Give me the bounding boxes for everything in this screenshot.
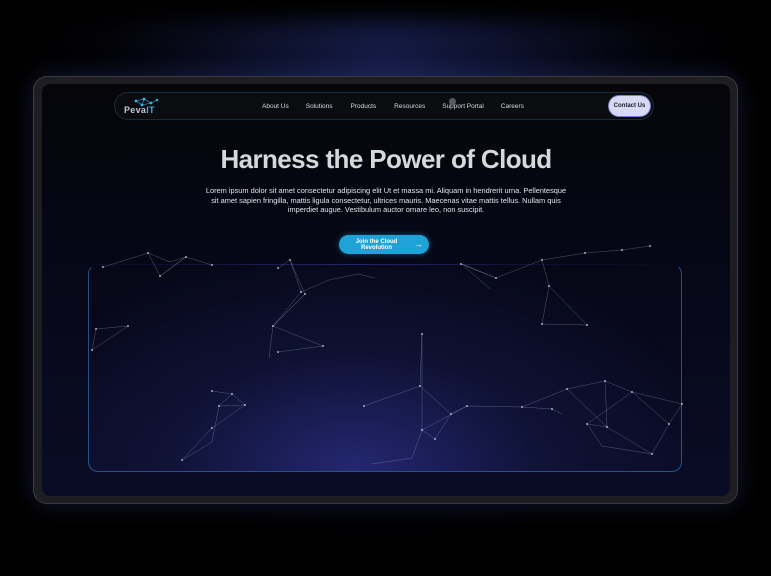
browser-screen: PevaIT About Us Solutions Products Resou… <box>42 84 730 496</box>
network-graph <box>91 245 683 465</box>
